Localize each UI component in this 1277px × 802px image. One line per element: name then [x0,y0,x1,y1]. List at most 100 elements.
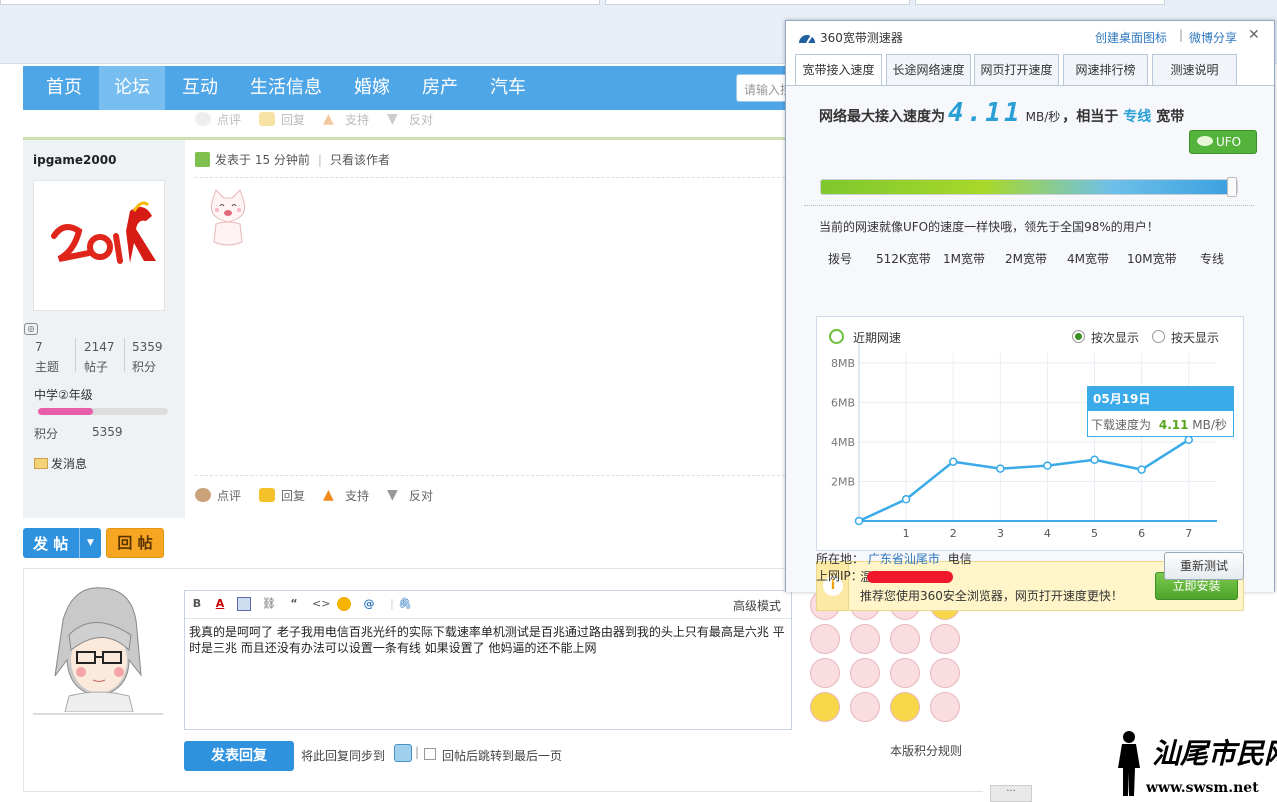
horse-2014-logo-icon [51,201,156,264]
retest-button[interactable]: 重新测试 [1164,552,1244,580]
toolbar-divider: | [390,597,394,610]
tick-dialup: 拨号 [828,252,853,266]
points-rule-link[interactable]: 本版积分规则 [890,742,962,759]
tab-instructions[interactable]: 测速说明 [1152,54,1237,85]
emoticon-item[interactable] [890,658,920,688]
tab-access-speed[interactable]: 宽带接入速度 [795,54,882,86]
ufo-badge: UFO [1189,130,1257,154]
create-shortcut-link[interactable]: 创建桌面图标 [1095,29,1167,46]
advanced-mode-link[interactable]: 高级模式 [733,597,781,614]
emoticon-item[interactable] [850,624,880,654]
weibo-share-link[interactable]: 微博分享 [1189,29,1237,46]
emoticon-item[interactable] [930,658,960,688]
ip-row: 上网IP： [816,567,953,584]
ellipsis-icon[interactable]: ··· [990,785,1032,802]
coffee-icon [195,112,211,126]
y-tick-label: 4MB [831,436,855,449]
jump-last-page-checkbox[interactable] [424,748,436,760]
code-icon[interactable]: <> [312,597,330,611]
emoticon-item[interactable] [850,692,880,722]
nav-life-info[interactable]: 生活信息 [237,66,335,110]
emoticon-item[interactable] [810,624,840,654]
emoticon-item[interactable] [890,692,920,722]
arrow-up-icon: ▲ [323,487,334,503]
chevron-down-icon[interactable]: ▼ [79,528,101,558]
recent-speed-chart-box: 近期网速 按次显示 按天显示 2MB 4MB 6MB 8MB 1 2 3 4 5 6 7 05月19… [816,316,1244,551]
emoticon-item[interactable] [810,692,840,722]
link-icon[interactable]: ⛓ [262,597,276,611]
weibo-sync-icon[interactable] [394,744,412,762]
support-action[interactable]: ▲ 支持 [323,487,369,504]
author-avatar[interactable] [33,180,165,311]
nav-interact[interactable]: 互动 [169,66,231,110]
stat-points-value: 5359 [132,340,163,354]
tab-page-open[interactable]: 网页打开速度 [974,54,1059,85]
bold-button[interactable]: B [190,597,204,611]
speed-meter-handle [1227,177,1237,197]
reply-action[interactable]: 回复 [259,487,305,504]
text-color-icon[interactable]: A [213,597,227,611]
arrow-up-icon: ▲ [323,111,334,127]
reply-action-top[interactable]: 回复 [259,111,305,128]
author-name[interactable]: ipgame2000 [33,153,116,167]
speed-result: 网络最大接入速度为 4.11 MB/秒 ，相当于 专线 宽带 [819,98,1185,128]
nav-wedding[interactable]: 婚嫁 [341,66,403,110]
stat-threads-label: 主题 [35,360,60,374]
send-message-link[interactable]: 发消息 [34,455,87,472]
cat-smiley-icon [210,189,246,246]
level-progress-bar [38,408,168,415]
nav-search-input[interactable]: 请输入搜 [736,74,785,102]
arrow-down-icon: ▼ [387,111,398,127]
only-author-link[interactable]: 只看该作者 [330,151,390,168]
oppose-action[interactable]: ▼ 反对 [387,487,433,504]
emoticon-item[interactable] [850,658,880,688]
popup-title: 360宽带测速器 [820,31,903,45]
x-tick-label: 4 [1044,527,1051,540]
stat-posts-value: 2147 [84,340,115,354]
stat-divider [124,338,125,372]
sync-separator: | [415,745,420,759]
y-tick-label: 2MB [831,475,855,488]
speed-data-point [1137,465,1146,474]
at-icon[interactable]: @ [362,597,376,611]
comment-action-top[interactable]: 点评 [195,111,241,128]
nav-home[interactable]: 首页 [33,66,95,110]
reply-avatar [33,580,163,715]
comment-action[interactable]: 点评 [195,487,241,504]
weibo-icon[interactable]: ◎ [24,323,38,335]
tip-text: 推荐您使用360安全浏览器，网页打开速度更快！ [860,589,1123,603]
nav-car[interactable]: 汽车 [477,66,539,110]
emoticon-item[interactable] [930,692,960,722]
tick-2m: 2M宽带 [1005,252,1047,266]
reply-textarea[interactable]: 我真的是呵呵了 老子我用电信百兆光纤的实际下载速率单机测试是百兆通过路由器到我的… [189,624,789,656]
man-silhouette-icon [1118,731,1140,796]
speed-data-point [1043,461,1052,470]
user-level[interactable]: 中学②年级 [34,386,93,403]
x-tick-label: 5 [1091,527,1098,540]
submit-reply-button[interactable]: 发表回复 [184,741,294,771]
emoticon-item[interactable] [890,624,920,654]
oppose-action-top[interactable]: ▼ 反对 [387,111,433,128]
smiley-icon[interactable] [337,597,351,611]
sync-label: 将此回复同步到 [301,749,386,763]
x-tick-label: 3 [997,527,1004,540]
close-icon[interactable]: ✕ [1248,27,1260,43]
support-action-top[interactable]: ▲ 支持 [323,111,369,128]
cat-emoticon [204,188,252,252]
nav-forum[interactable]: 论坛 [99,66,165,110]
location-link[interactable]: 广东省汕尾市 [868,552,940,566]
top-box-right [915,0,1165,5]
post-content-area [185,137,785,518]
watermark-text: 汕尾市民网 [1152,737,1277,770]
emoticon-item[interactable] [810,658,840,688]
new-post-button[interactable]: 发 帖 ▼ [23,528,101,558]
x-tick-label: 1 [903,527,910,540]
nav-house[interactable]: 房产 [409,66,471,110]
quote-icon[interactable]: “ [287,597,301,611]
image-icon[interactable] [237,597,251,611]
tab-ranking[interactable]: 网速排行榜 [1063,54,1148,85]
tab-long-distance[interactable]: 长途网络速度 [886,54,971,85]
attachment-icon[interactable]: 🖇 [398,597,412,611]
emoticon-item[interactable] [930,624,960,654]
reply-button[interactable]: 回 帖 [106,528,164,558]
